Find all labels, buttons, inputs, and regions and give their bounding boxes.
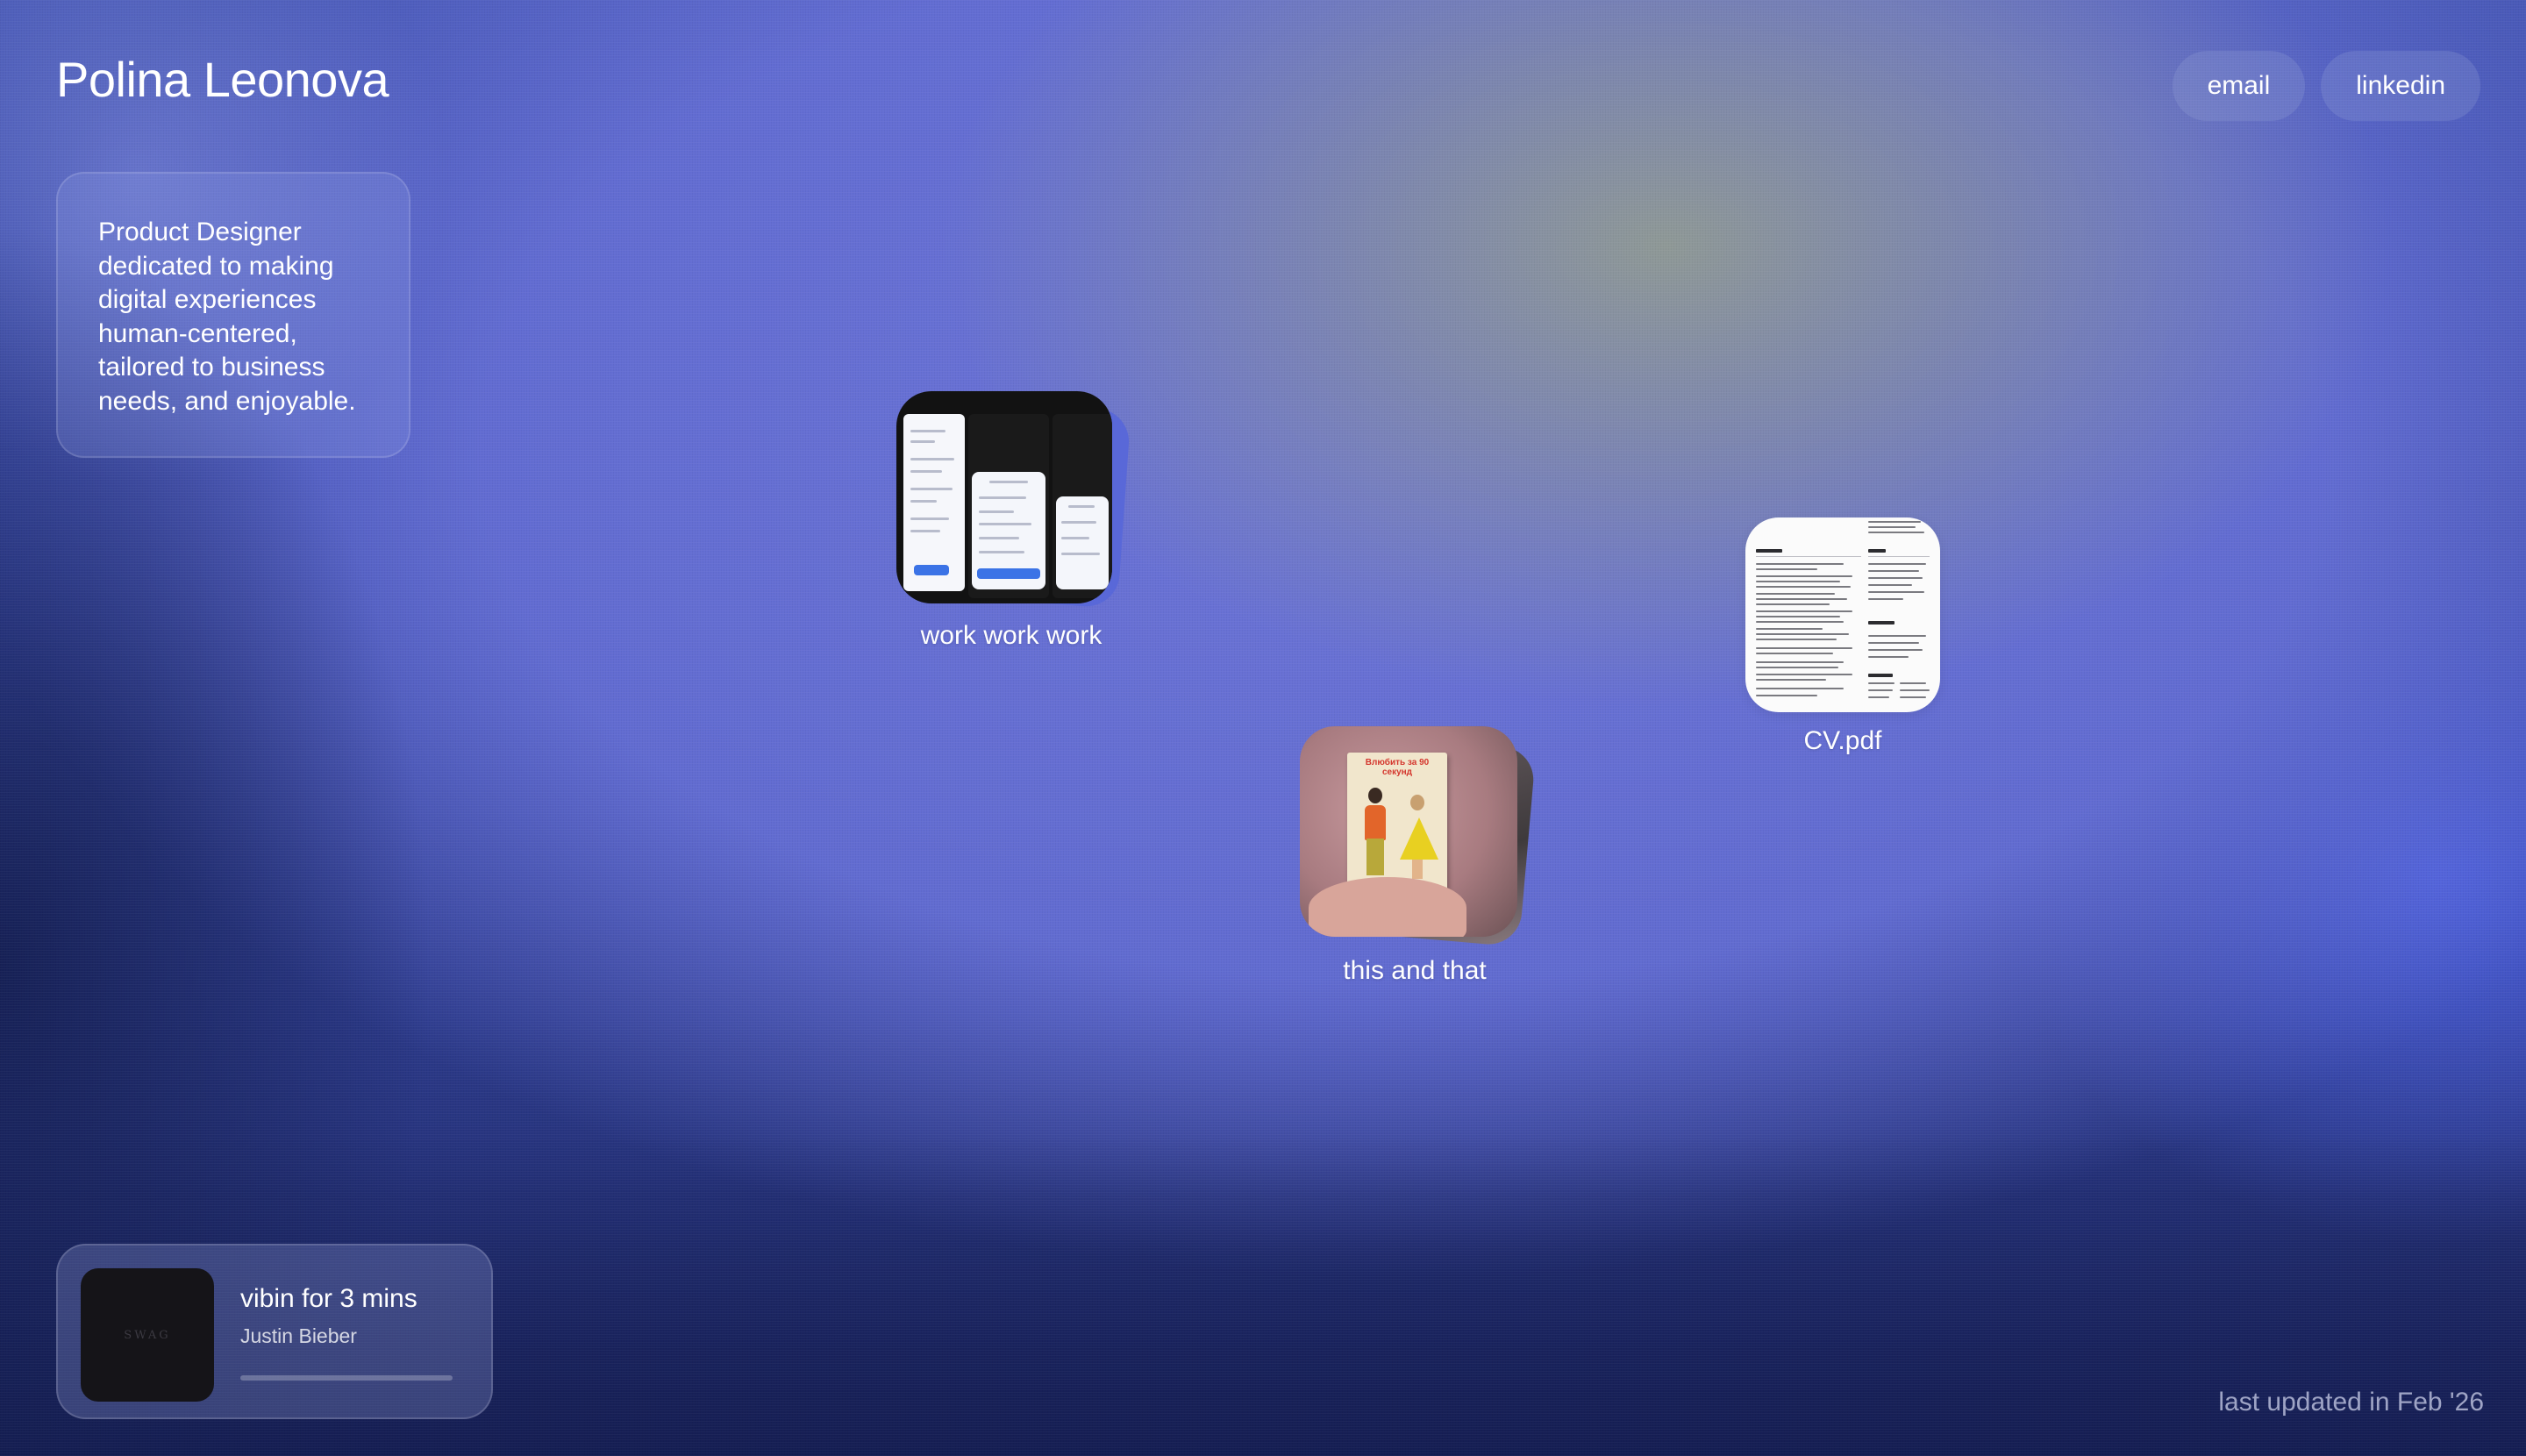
book-title: Влюбить за 90 секунд: [1365, 758, 1430, 777]
last-updated-note: last updated in Feb '26: [2218, 1388, 2484, 1417]
desktop-item-this-and-that[interactable]: Влюбить за 90 секунд this and that: [1300, 726, 1537, 986]
bio-text: Product Designer dedicated to making dig…: [98, 218, 356, 416]
desktop-item-work[interactable]: work work work: [896, 391, 1131, 651]
playback-progress-bar[interactable]: [240, 1375, 453, 1381]
album-art[interactable]: SWAG: [81, 1268, 214, 1402]
desktop-item-label: work work work: [920, 621, 1102, 650]
track-artist: Justin Bieber: [240, 1324, 357, 1347]
bio-card: Product Designer dedicated to making dig…: [56, 172, 410, 458]
now-playing-card[interactable]: SWAG vibin for 3 mins Justin Bieber: [56, 1244, 493, 1419]
photo-thumbnail-icon: Влюбить за 90 секунд: [1300, 726, 1537, 947]
desktop-item-label: CV.pdf: [1803, 726, 1882, 755]
pdf-document-thumbnail-icon: [1745, 517, 1940, 712]
album-art-text: SWAG: [124, 1328, 171, 1342]
site-title: Polina Leonova: [56, 52, 389, 107]
linkedin-button[interactable]: linkedin: [2321, 51, 2480, 121]
track-title: vibin for 3 mins: [240, 1284, 417, 1313]
top-nav: email linkedin: [2172, 51, 2480, 121]
book-cover: Влюбить за 90 секунд: [1347, 753, 1447, 893]
desktop-item-cv[interactable]: CV.pdf: [1745, 517, 1940, 756]
email-button[interactable]: email: [2172, 51, 2306, 121]
desktop-item-label: this and that: [1343, 956, 1487, 985]
app-screens-thumbnail-icon: [896, 391, 1131, 609]
